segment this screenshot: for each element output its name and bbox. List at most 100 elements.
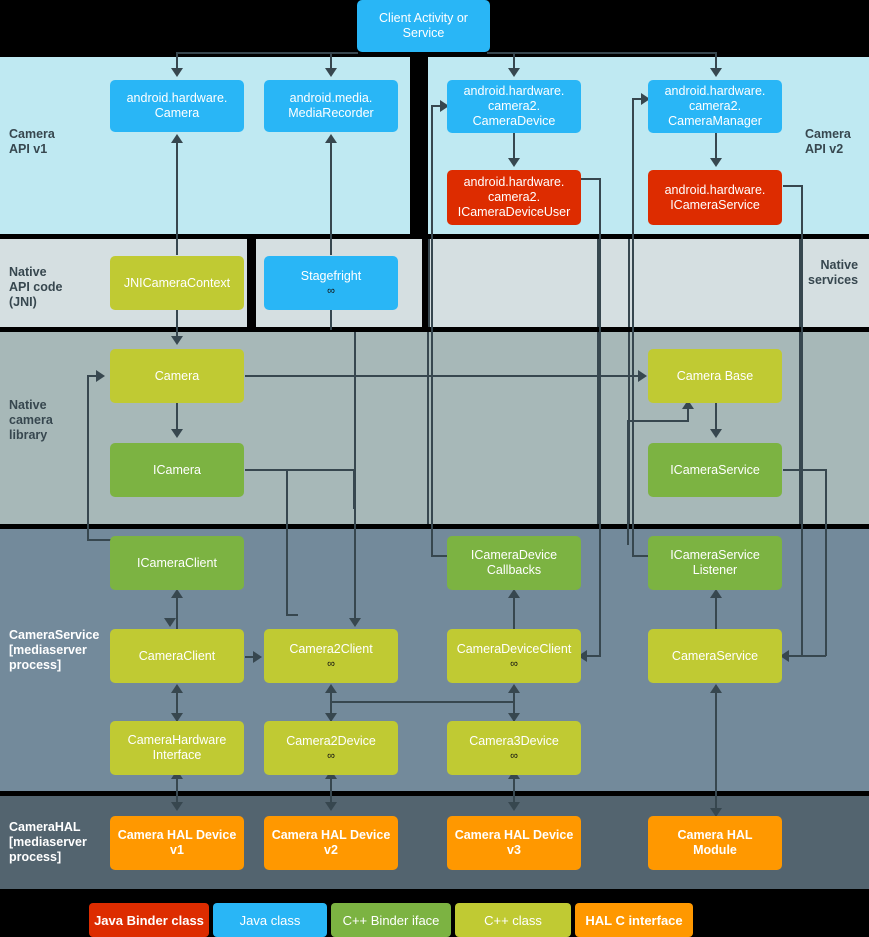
band-label-line1: Native [9, 265, 47, 279]
node-line2: camera2. [688, 99, 742, 113]
arrowhead-camera2device-to-halv2 [325, 802, 337, 811]
node-client-activity-or-service[interactable]: Client Activity or Service [357, 0, 490, 52]
node-line1: Camera2Device [286, 734, 376, 748]
node-jnicameracontext[interactable]: JNICameraContext [110, 256, 244, 310]
legend-label: HAL C interface [585, 912, 683, 928]
connector-stagefright-down [330, 310, 332, 330]
arrowhead-cameramanager-to-icameraservice [710, 158, 722, 167]
node-line1: CameraClient [138, 648, 216, 663]
node-camera-base[interactable]: Camera Base [648, 349, 782, 403]
connector-icameraclient-riser [87, 375, 89, 540]
node-line2: Listener [692, 563, 738, 577]
node-line1: CameraHardware [127, 733, 227, 747]
band-label-native-services: Native services [808, 258, 858, 288]
legend-item-java-class[interactable]: Java class [213, 903, 327, 937]
connector-icamera-down-a [286, 469, 288, 615]
node-icameraclient[interactable]: ICameraClient [110, 536, 244, 590]
connector-cameradeviceclient-to-callbacks [513, 596, 515, 630]
arrowhead-client-to-hwcamera [171, 68, 183, 77]
arrowhead-jni-to-hwcamera [171, 134, 183, 143]
node-cameraclient[interactable]: CameraClient [110, 629, 244, 683]
node-camera2client[interactable]: Camera2Client ∞ [264, 629, 398, 683]
connector-stagefright-to-mediarecorder [330, 140, 332, 255]
node-badge: ∞ [327, 285, 335, 297]
node-line1: Camera HAL Device [117, 828, 237, 842]
node-line1: android.media. [289, 91, 373, 105]
connector-icamera-out [245, 469, 355, 471]
arrowhead-cameraservice-to-listener [710, 589, 722, 598]
node-line1: android.hardware. [126, 91, 228, 105]
node-android-hardware-camera[interactable]: android.hardware. Camera [110, 80, 244, 132]
node-camera3device[interactable]: Camera3Device ∞ [447, 721, 581, 775]
legend-item-java-binder-class[interactable]: Java Binder class [89, 903, 209, 937]
node-camerahardwareinterface[interactable]: CameraHardware Interface [110, 721, 244, 775]
node-badge: ∞ [327, 750, 335, 762]
node-line1: ICameraService [670, 548, 760, 562]
band-label-line1: CameraService [9, 628, 100, 642]
node-line1: Stagefright [300, 269, 362, 283]
node-icameradevicecallbacks[interactable]: ICameraDevice Callbacks [447, 536, 581, 590]
node-camera2-icameradeviceuser[interactable]: android.hardware. camera2. ICameraDevice… [447, 170, 581, 225]
node-android-media-mediarecorder[interactable]: android.media. MediaRecorder [264, 80, 398, 132]
connector-icameraservicenative-down [825, 469, 827, 656]
arrowhead-camera2device-up [325, 684, 337, 693]
node-line1: ICamera [153, 462, 201, 477]
band-label-line1: CameraHAL [9, 820, 81, 834]
arrowhead-stagefright-to-mediarecorder [325, 134, 337, 143]
legend-item-cpp-binder-iface[interactable]: C++ Binder iface [331, 903, 451, 937]
node-camera-hal-device-v3[interactable]: Camera HAL Device v3 [447, 816, 581, 870]
connector-icameraservicelistener-riser [632, 98, 634, 555]
arrowhead-camera-to-icamera [171, 429, 183, 438]
node-icamera[interactable]: ICamera [110, 443, 244, 497]
node-line2: v1 [170, 843, 184, 857]
node-android-hardware-icameraservice[interactable]: android.hardware. ICameraService [648, 170, 782, 225]
jni-divider-2 [628, 239, 630, 327]
band-label-line1: Native [9, 398, 47, 412]
band-label-native-camera-library: Native camera library [9, 398, 53, 443]
node-cameraservice[interactable]: CameraService [648, 629, 782, 683]
node-line1: android.hardware. [463, 175, 565, 189]
node-line1: Camera [154, 368, 200, 383]
node-camera-hal-device-v2[interactable]: Camera HAL Device v2 [264, 816, 398, 870]
node-camera-hal-device-v1[interactable]: Camera HAL Device v1 [110, 816, 244, 870]
node-line1: ICameraDevice [470, 548, 558, 562]
node-line2: Service [402, 26, 445, 40]
connector-cameraclient-to-icameraclient [176, 596, 178, 630]
legend-item-hal-c-interface[interactable]: HAL C interface [575, 903, 693, 937]
node-line2: v2 [324, 843, 338, 857]
arrowhead-camera3device-to-halv3 [508, 802, 520, 811]
band-label-line2: API v2 [805, 142, 844, 156]
connector-jni-to-camera [176, 310, 178, 338]
legend-item-cpp-class[interactable]: C++ class [455, 903, 571, 937]
arrowhead-camerabase-to-icameraservicenative [710, 429, 722, 438]
node-line1: android.hardware. [664, 182, 766, 197]
node-line1: Camera HAL Device [271, 828, 391, 842]
node-camera-hal-module[interactable]: Camera HAL Module [648, 816, 782, 870]
connector-camera2-device-bus [330, 701, 514, 703]
node-camera2-cameradevice[interactable]: android.hardware. camera2. CameraDevice [447, 80, 581, 133]
node-camera2-cameramanager[interactable]: android.hardware. camera2. CameraManager [648, 80, 782, 133]
band-label-line2: camera [9, 413, 53, 427]
node-line1: Client Activity or [379, 11, 468, 25]
node-camera2device[interactable]: Camera2Device ∞ [264, 721, 398, 775]
node-line1: Camera Base [676, 368, 754, 383]
connector-icameradeviceuser-out [581, 178, 601, 180]
legend-label: Java class [239, 912, 301, 928]
diagram-canvas: Camera API v1 Camera API v2 Native API c… [0, 0, 869, 937]
node-line1: Camera HAL Device [454, 828, 574, 842]
band-label-line1: Camera [9, 127, 55, 141]
node-stagefright[interactable]: Stagefright ∞ [264, 256, 398, 310]
node-camera[interactable]: Camera [110, 349, 244, 403]
node-icameraservice-native[interactable]: ICameraService [648, 443, 782, 497]
node-line3: ICameraDeviceUser [457, 205, 571, 219]
node-cameradeviceclient[interactable]: CameraDeviceClient ∞ [447, 629, 581, 683]
arrowhead-cameradevice-to-icameradeviceuser [508, 158, 520, 167]
node-line1: Camera3Device [469, 734, 559, 748]
node-line1: android.hardware. [664, 84, 766, 98]
node-icameraservicelistener[interactable]: ICameraService Listener [648, 536, 782, 590]
node-line1: CameraDeviceClient [456, 642, 572, 656]
legend-label: C++ class [484, 912, 542, 928]
band-label-cameraservice: CameraService [mediaserver process] [9, 628, 99, 673]
node-line2: camera2. [487, 99, 541, 113]
connector-icameraservicenative-in [800, 655, 826, 657]
